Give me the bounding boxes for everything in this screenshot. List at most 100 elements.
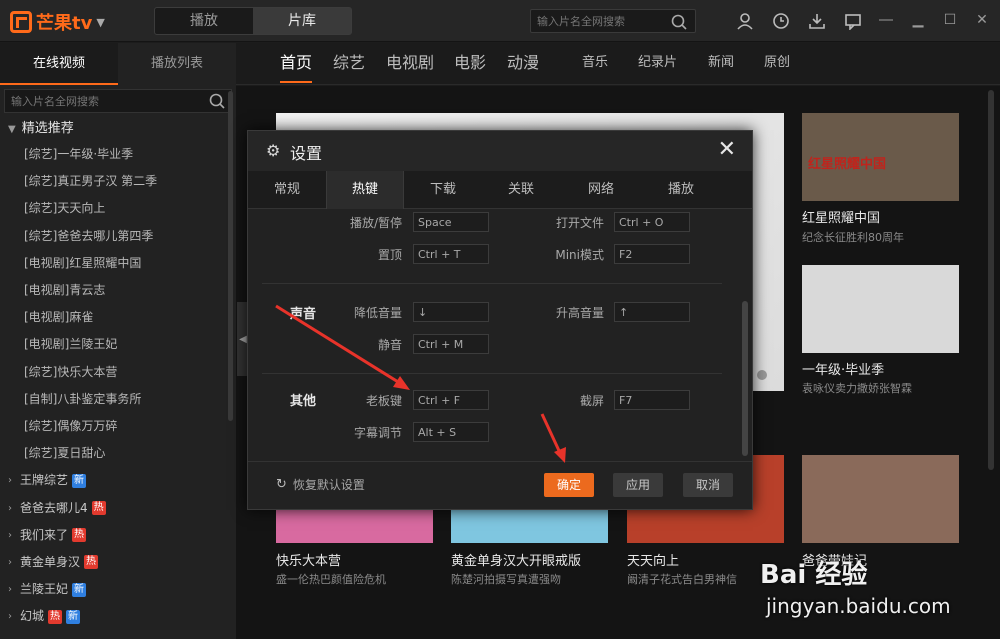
search-icon[interactable]	[209, 93, 225, 109]
card-subtitle: 纪念长征胜利80周年	[802, 231, 904, 244]
card-subtitle: 袁咏仪卖力撒娇张智霖	[802, 382, 912, 395]
tab-download[interactable]: 下载	[404, 171, 482, 209]
apply-button[interactable]: 应用	[613, 473, 663, 497]
subtitle-adjust-label: 字幕调节	[353, 426, 402, 440]
maximize-icon[interactable]: ☐	[940, 10, 960, 30]
volume-up-hotkey-field[interactable]	[614, 302, 690, 322]
tab-library[interactable]: 片库	[253, 8, 351, 34]
settings-tabs: 常规 热键 下载 关联 网络 播放	[248, 171, 752, 209]
sidebar-category[interactable]: › 王牌综艺新	[0, 467, 236, 494]
card-thumbnail[interactable]: 红星照耀中国	[802, 113, 959, 201]
sidebar-item[interactable]: [自制]八卦鉴定事务所	[0, 386, 236, 413]
search-icon[interactable]	[671, 14, 687, 30]
volume-up-label: 升高音量	[555, 306, 604, 320]
nav-documentary[interactable]: 纪录片	[638, 43, 677, 83]
subtitle-adjust-hotkey-field[interactable]	[413, 422, 489, 442]
dialog-scrollbar[interactable]	[742, 301, 748, 456]
chevron-down-icon[interactable]: ▼	[96, 16, 104, 29]
screenshot-hotkey-field[interactable]	[614, 390, 690, 410]
category-label: 爸爸去哪儿4	[20, 500, 88, 515]
sidebar-item[interactable]: [综艺]爸爸去哪儿第四季	[0, 223, 236, 250]
nav-music[interactable]: 音乐	[582, 43, 608, 83]
card-title[interactable]: 红星照耀中国	[802, 207, 880, 226]
main-scrollbar[interactable]	[988, 90, 994, 470]
sidebar-category[interactable]: › 黄金单身汉热	[0, 549, 236, 576]
refresh-icon: ↻	[276, 477, 287, 492]
tab-playback[interactable]: 播放	[642, 171, 720, 209]
user-icon[interactable]	[734, 10, 756, 32]
card-title[interactable]: 一年级·毕业季	[802, 359, 884, 378]
sidebar-category[interactable]: › 兰陵王妃新	[0, 576, 236, 603]
sidebar-scrollbar[interactable]	[228, 91, 233, 421]
close-icon[interactable]: ✕	[718, 137, 736, 162]
always-on-top-hotkey-field[interactable]	[413, 244, 489, 264]
sidebar-item[interactable]: [电视剧]兰陵王妃	[0, 331, 236, 358]
restore-defaults-link[interactable]: ↻ 恢复默认设置	[276, 476, 365, 493]
nav-original[interactable]: 原创	[764, 43, 790, 83]
baidu-watermark: Bai 经验	[760, 560, 868, 590]
tab-play[interactable]: 播放	[155, 8, 253, 34]
minimize-icon[interactable]: ▁	[908, 10, 928, 30]
sidebar-category[interactable]: › 我们来了热	[0, 522, 236, 549]
sidebar-item[interactable]: [综艺]天天向上	[0, 195, 236, 222]
card-title[interactable]: 黄金单身汉大开眼戒版	[451, 550, 581, 569]
card-thumbnail[interactable]	[802, 265, 959, 353]
tab-online-video[interactable]: 在线视频	[0, 43, 118, 85]
nav-movie[interactable]: 电影	[454, 43, 486, 83]
nav-tv[interactable]: 电视剧	[386, 43, 434, 83]
card-title[interactable]: 天天向上	[627, 550, 679, 569]
boss-key-label: 老板键	[365, 394, 402, 408]
boss-key-hotkey-field[interactable]	[413, 390, 489, 410]
nav-variety[interactable]: 综艺	[333, 43, 365, 83]
sidebar-category[interactable]: › 爸爸去哪儿4 热	[0, 494, 236, 521]
sidebar-item[interactable]: [综艺]一年级·毕业季	[0, 141, 236, 168]
tab-general[interactable]: 常规	[248, 171, 326, 209]
close-window-icon[interactable]: ✕	[972, 10, 992, 30]
volume-down-label: 降低音量	[353, 306, 402, 320]
play-pause-label: 播放/暂停	[349, 216, 402, 230]
category-label: 幻城	[20, 609, 45, 624]
nav-anime[interactable]: 动漫	[507, 43, 539, 83]
dialog-title-bar: ⚙ 设置 ✕	[248, 131, 752, 171]
top-search-input[interactable]	[531, 10, 667, 33]
sidebar-item[interactable]: [电视剧]青云志	[0, 277, 236, 304]
logo-text: 芒果tv	[36, 13, 93, 34]
hot-badge: 热	[48, 609, 63, 624]
card-title[interactable]: 快乐大本营	[276, 550, 341, 569]
sidebar-group-featured[interactable]: ▼ 精选推荐	[0, 117, 236, 141]
chevron-right-icon: ›	[8, 584, 12, 596]
app-logo[interactable]: 芒果tv ▼	[10, 9, 105, 35]
ok-button[interactable]: 确定	[544, 473, 594, 497]
mute-label: 静音	[377, 338, 402, 352]
download-icon[interactable]	[806, 10, 828, 32]
sidebar-category[interactable]: › 幻城热新	[0, 603, 236, 630]
divider	[262, 283, 722, 284]
carousel-dot[interactable]	[757, 370, 767, 380]
sidebar-item[interactable]: [综艺]偶像万万碎	[0, 413, 236, 440]
card-thumbnail[interactable]	[802, 455, 959, 543]
play-pause-hotkey-field[interactable]	[413, 212, 489, 232]
mini-mode-label: Mini模式	[555, 248, 604, 262]
tab-association[interactable]: 关联	[482, 171, 560, 209]
nav-news[interactable]: 新闻	[708, 43, 734, 83]
message-icon[interactable]	[842, 10, 864, 32]
volume-down-hotkey-field[interactable]	[413, 302, 489, 322]
skin-icon[interactable]: ―	[876, 10, 896, 30]
nav-home[interactable]: 首页	[280, 43, 313, 83]
mode-switch: 播放 片库	[154, 7, 352, 35]
sidebar-item[interactable]: [综艺]夏日甜心	[0, 440, 236, 467]
tab-hotkeys[interactable]: 热键	[326, 171, 404, 209]
sidebar-item[interactable]: [综艺]快乐大本营	[0, 359, 236, 386]
tab-playlist[interactable]: 播放列表	[118, 43, 236, 85]
mini-mode-hotkey-field[interactable]	[614, 244, 690, 264]
sidebar-item[interactable]: [电视剧]红星照耀中国	[0, 250, 236, 277]
cancel-button[interactable]: 取消	[683, 473, 733, 497]
new-badge: 新	[66, 609, 81, 624]
sidebar-search-input[interactable]	[5, 90, 195, 113]
tab-network[interactable]: 网络	[562, 171, 640, 209]
sidebar-item[interactable]: [电视剧]麻雀	[0, 304, 236, 331]
mute-hotkey-field[interactable]	[413, 334, 489, 354]
open-file-hotkey-field[interactable]	[614, 212, 690, 232]
history-icon[interactable]	[770, 10, 792, 32]
sidebar-item[interactable]: [综艺]真正男子汉 第二季	[0, 168, 236, 195]
